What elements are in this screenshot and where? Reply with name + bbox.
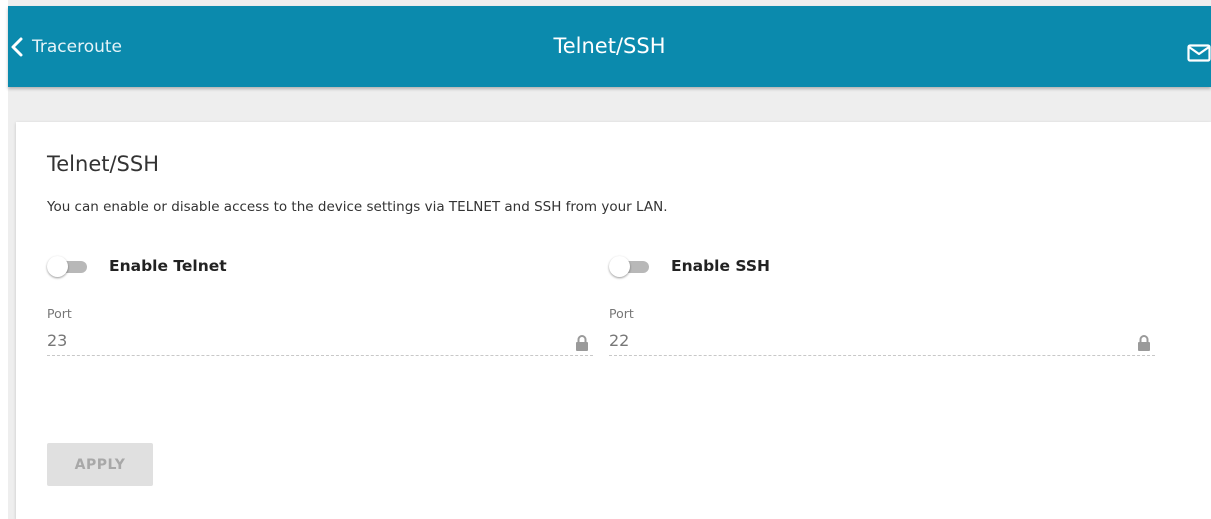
telnet-port-input[interactable]: [47, 326, 593, 356]
section-description: You can enable or disable access to the …: [47, 199, 668, 215]
page-title: Telnet/SSH: [553, 34, 666, 58]
ssh-switch-knob: [609, 256, 630, 277]
ssh-switch[interactable]: [609, 256, 649, 277]
lock-icon: [1138, 335, 1150, 351]
section-title: Telnet/SSH: [47, 152, 160, 176]
telnet-port-label: Port: [47, 306, 72, 321]
enable-telnet-toggle[interactable]: Enable Telnet: [47, 254, 227, 278]
lock-icon: [576, 335, 588, 351]
telnet-port-field: Port: [47, 306, 593, 368]
ssh-port-input[interactable]: [609, 326, 1155, 356]
header-bar: Traceroute Telnet/SSH: [8, 6, 1211, 87]
telnet-switch[interactable]: [47, 256, 87, 277]
ssh-port-field: Port: [609, 306, 1155, 368]
mail-icon[interactable]: [1187, 44, 1211, 62]
app-frame: Traceroute Telnet/SSH Telnet/SSH You can…: [8, 0, 1211, 519]
settings-card: Telnet/SSH You can enable or disable acc…: [16, 122, 1211, 519]
telnet-toggle-label: Enable Telnet: [109, 257, 227, 275]
ssh-port-label: Port: [609, 306, 634, 321]
apply-button[interactable]: APPLY: [47, 443, 153, 486]
telnet-switch-knob: [47, 256, 68, 277]
enable-ssh-toggle[interactable]: Enable SSH: [609, 254, 770, 278]
ssh-toggle-label: Enable SSH: [671, 257, 771, 275]
